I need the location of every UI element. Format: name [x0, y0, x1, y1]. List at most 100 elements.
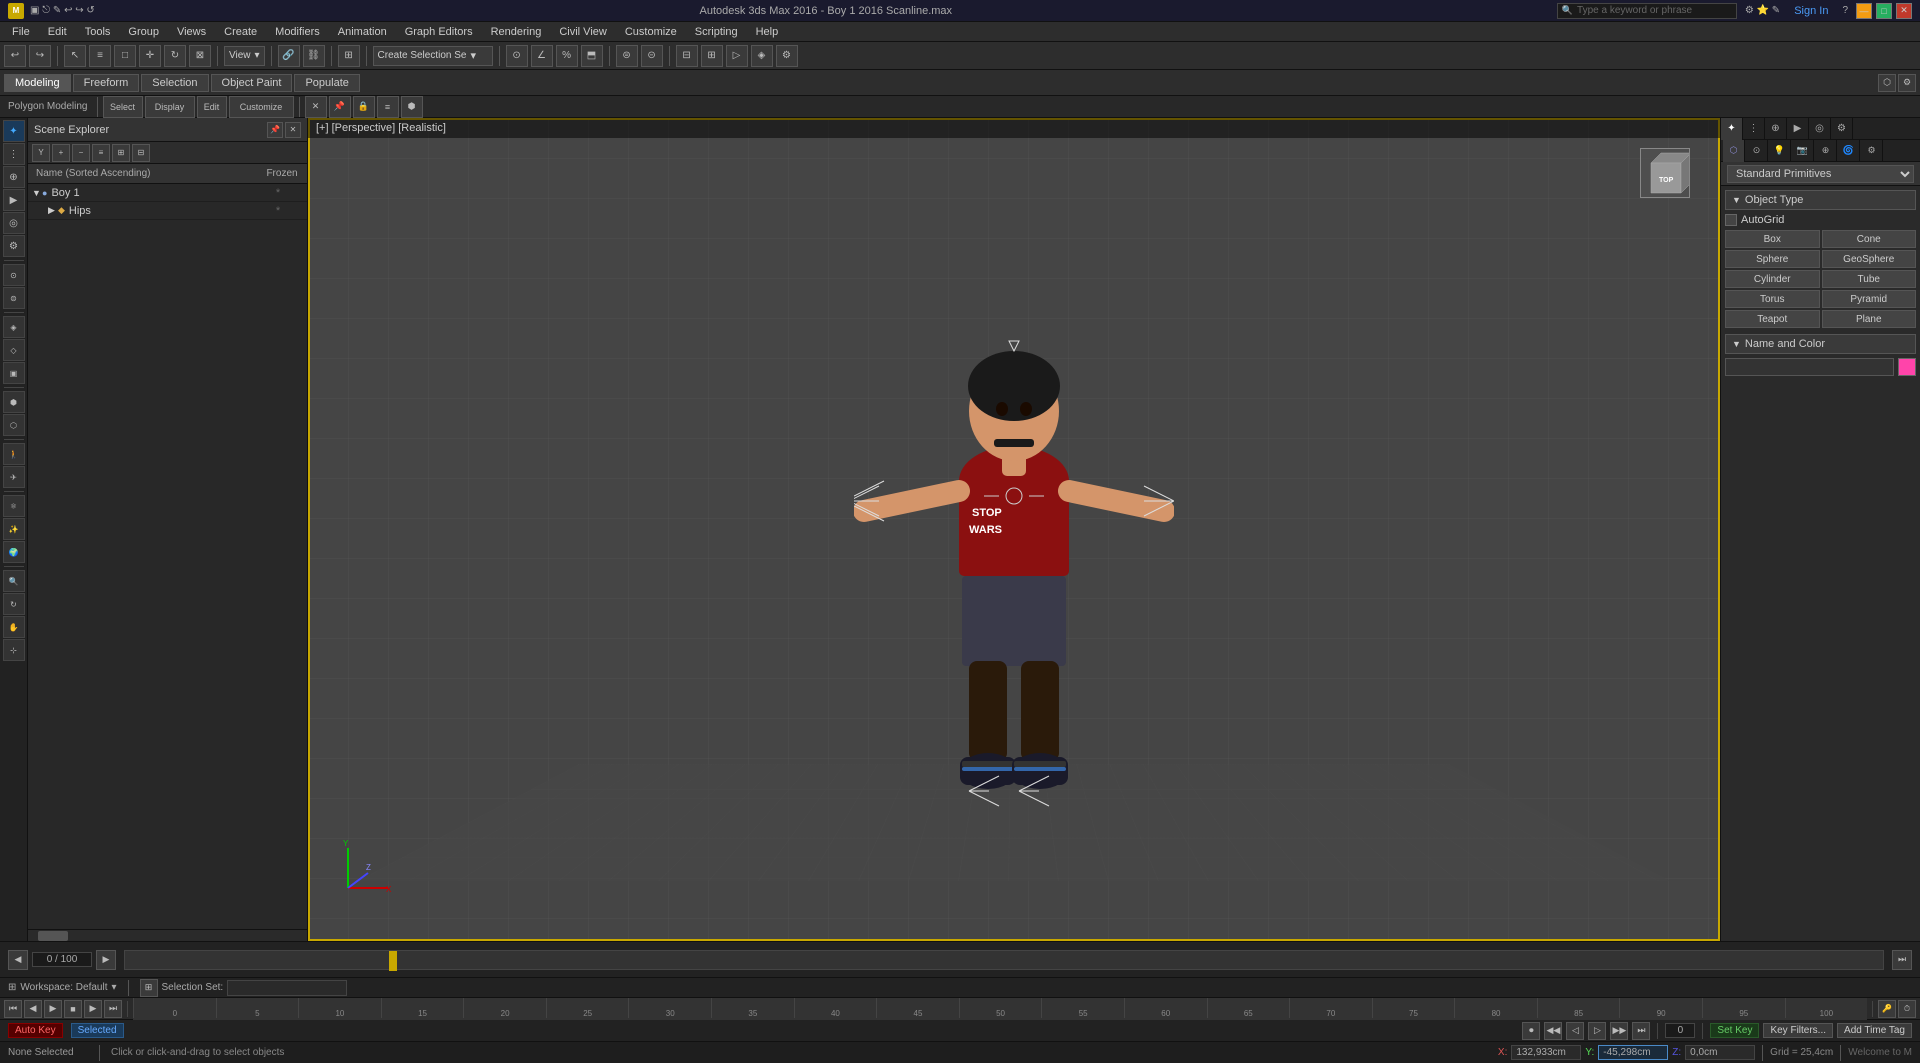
viewport-compass[interactable]: TOP	[1640, 148, 1700, 208]
create-panel-tab[interactable]: ✦	[1721, 118, 1743, 140]
menu-animation[interactable]: Animation	[330, 24, 395, 40]
tab-selection[interactable]: Selection	[141, 74, 208, 92]
play-fwd-btn[interactable]: ▷	[1588, 1022, 1606, 1040]
lock-icon-btn[interactable]: 🔒	[353, 96, 375, 118]
se-collapse-btn[interactable]: −	[72, 144, 90, 162]
display-panel-tab[interactable]: ◎	[1809, 118, 1831, 140]
utilities-panel-tab[interactable]: ⚙	[1831, 118, 1853, 140]
autogrid-checkbox[interactable]	[1725, 214, 1737, 226]
time-config-btn[interactable]: ⏱	[1898, 1000, 1916, 1018]
add-time-tag-btn[interactable]: Add Time Tag	[1837, 1023, 1912, 1038]
timeline-prev-btn[interactable]: ◀	[8, 950, 28, 970]
col-settings-btn[interactable]: ⬢	[401, 96, 423, 118]
key-filters-btn[interactable]: Key Filters...	[1763, 1023, 1833, 1038]
primitive-type-dropdown-container[interactable]: Standard Primitives Extended Primitives …	[1721, 162, 1920, 186]
array-button[interactable]: ⊞	[701, 45, 723, 67]
se-filter-btn[interactable]: Y	[32, 144, 50, 162]
effects-btn[interactable]: ✨	[3, 518, 25, 540]
rect-select-button[interactable]: □	[114, 45, 136, 67]
geometry-icon[interactable]: ⬡	[1723, 140, 1745, 162]
modify-tab-icon[interactable]: ⋮	[3, 143, 25, 165]
tab-modeling[interactable]: Modeling	[4, 74, 71, 92]
align-button[interactable]: ⊜	[616, 45, 638, 67]
scrollbar-thumb[interactable]	[38, 931, 68, 941]
display-tab-icon[interactable]: ◎	[3, 212, 25, 234]
quick-align-button[interactable]: ⊝	[641, 45, 663, 67]
geosphere-btn[interactable]: GeoSphere	[1822, 250, 1917, 268]
timeline-next-btn[interactable]: ▶	[96, 950, 116, 970]
hierarchy-panel-tab[interactable]: ⊕	[1765, 118, 1787, 140]
close-button[interactable]: ✕	[1896, 3, 1912, 19]
spinner-snap-button[interactable]: ⬒	[581, 45, 603, 67]
tube-btn[interactable]: Tube	[1822, 270, 1917, 288]
schematic-view-btn[interactable]: ◈	[3, 316, 25, 338]
go-to-end-btn[interactable]: ⏭	[104, 1000, 122, 1018]
prev-frame-btn[interactable]: ◀	[24, 1000, 42, 1018]
key-mode-btn[interactable]: 🔑	[1878, 1000, 1896, 1018]
se-layers-btn[interactable]: ⊞	[112, 144, 130, 162]
fly-mode-btn[interactable]: ✈	[3, 466, 25, 488]
orientation-cube[interactable]: TOP	[1640, 148, 1690, 198]
sign-in-btn[interactable]: Sign In	[1788, 5, 1834, 17]
menu-file[interactable]: File	[4, 24, 38, 40]
modify-panel-tab[interactable]: ⋮	[1743, 118, 1765, 140]
render-setup-button[interactable]: ⚙	[776, 45, 798, 67]
unlink-button[interactable]: ⛓	[303, 45, 325, 67]
helpers-icon[interactable]: ⊕	[1815, 140, 1837, 162]
arc-rotate-btn[interactable]: ↻	[3, 593, 25, 615]
render-frame-btn[interactable]: ▣	[3, 362, 25, 384]
select-filter-btn[interactable]: Select	[103, 96, 143, 118]
angle-snap-button[interactable]: ∠	[531, 45, 553, 67]
set-key-btn[interactable]: Set Key	[1710, 1023, 1759, 1038]
torus-btn[interactable]: Torus	[1725, 290, 1820, 308]
object-type-header[interactable]: ▼ Object Type	[1725, 190, 1916, 210]
tab-populate[interactable]: Populate	[294, 74, 359, 92]
pan-btn[interactable]: ✋	[3, 616, 25, 638]
help-icon[interactable]: ?	[1838, 5, 1852, 16]
box-btn[interactable]: Box	[1725, 230, 1820, 248]
reactor-btn[interactable]: ⚛	[3, 495, 25, 517]
col-select-btn[interactable]: ≡	[377, 96, 399, 118]
name-color-header[interactable]: ▼ Name and Color	[1725, 334, 1916, 354]
prev-key-btn[interactable]: ◀◀	[1544, 1022, 1562, 1040]
name-input-field[interactable]	[1725, 358, 1894, 376]
redo-button[interactable]: ↪	[29, 45, 51, 67]
align-lt-btn[interactable]: ⊜	[3, 287, 25, 309]
menu-graph-editors[interactable]: Graph Editors	[397, 24, 481, 40]
menu-rendering[interactable]: Rendering	[483, 24, 550, 40]
color-swatch[interactable]	[1898, 358, 1916, 376]
se-expand-btn[interactable]: +	[52, 144, 70, 162]
pyramid-btn[interactable]: Pyramid	[1822, 290, 1917, 308]
edit-filter-btn[interactable]: Edit	[197, 96, 227, 118]
minimize-button[interactable]: —	[1856, 3, 1872, 19]
motion-panel-tab[interactable]: ▶	[1787, 118, 1809, 140]
y-coord-field[interactable]: -45,298cm	[1598, 1045, 1668, 1060]
edit-poly-mode-btn[interactable]: ⬡	[1878, 74, 1896, 92]
play-btn[interactable]: ▶	[44, 1000, 62, 1018]
render-button[interactable]: ▷	[726, 45, 748, 67]
timeline-track[interactable]	[124, 950, 1884, 970]
spacewarps-icon[interactable]: 🌀	[1838, 140, 1860, 162]
timeline-end-btn[interactable]: ⏭	[1892, 950, 1912, 970]
scene-item-hips[interactable]: ▶ ◆ Hips *	[28, 202, 307, 220]
close-scene-explorer-btn[interactable]: ✕	[305, 96, 327, 118]
select-by-name-button[interactable]: ≡	[89, 45, 111, 67]
move-button[interactable]: ✛	[139, 45, 161, 67]
shapes-icon[interactable]: ⊙	[1746, 140, 1768, 162]
field-of-view-btn[interactable]: ⊹	[3, 639, 25, 661]
scene-item-boy1[interactable]: ▼ ● Boy 1 *	[28, 184, 307, 202]
current-frame-display[interactable]: 0	[1665, 1023, 1695, 1038]
cylinder-btn[interactable]: Cylinder	[1725, 270, 1820, 288]
create-tab-icon[interactable]: ✦	[3, 120, 25, 142]
utilities-tab-icon[interactable]: ⚙	[3, 235, 25, 257]
mirror-button[interactable]: ⊟	[676, 45, 698, 67]
autokey-btn[interactable]: Auto Key	[8, 1023, 63, 1038]
next-key-btn[interactable]: ▶▶	[1610, 1022, 1628, 1040]
reference-coord-dropdown[interactable]: View ▾	[224, 46, 265, 66]
menu-edit[interactable]: Edit	[40, 24, 75, 40]
layer-manager-button[interactable]: ⊞	[338, 45, 360, 67]
tab-freeform[interactable]: Freeform	[73, 74, 140, 92]
snap-toggle-button[interactable]: ⊙	[506, 45, 528, 67]
settings-btn[interactable]: ⚙	[1898, 74, 1916, 92]
se-select-all-btn[interactable]: ≡	[92, 144, 110, 162]
